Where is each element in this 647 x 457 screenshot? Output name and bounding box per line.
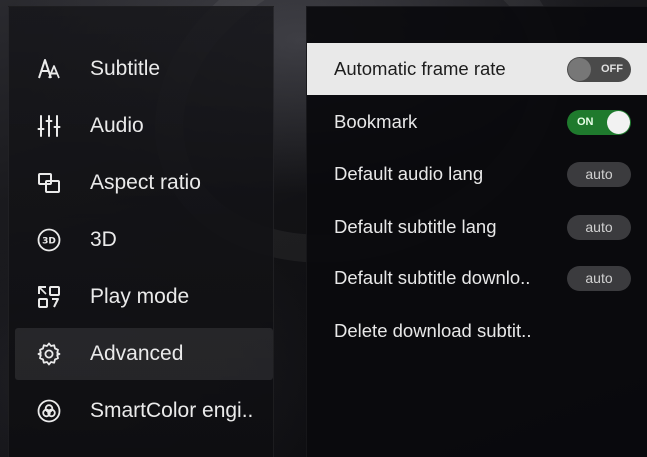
setting-default-subtitle-lang[interactable]: Default subtitle lang auto [307,201,647,253]
subtitle-lang-value[interactable]: auto [567,214,631,240]
menu-item-label: Advanced [90,342,184,365]
menu-item-subtitle[interactable]: Subtitle [15,43,273,95]
play-mode-icon [37,285,61,309]
setting-bookmark[interactable]: Bookmark ON [307,96,647,148]
menu-item-label: Audio [90,114,144,137]
font-size-icon [37,57,61,81]
menu-item-label: SmartColor engi.. [90,399,254,422]
setting-label: Default audio lang [334,163,484,184]
bookmark-toggle[interactable]: ON [567,109,631,135]
audio-lang-value[interactable]: auto [567,161,631,187]
setting-default-subtitle-download[interactable]: Default subtitle downlo.. auto [307,252,647,304]
menu-item-aspect-ratio[interactable]: Aspect ratio [15,157,273,209]
menu-item-audio[interactable]: Audio [15,100,273,152]
toggle-knob [607,110,630,134]
menu-item-play-mode[interactable]: Play mode [15,271,273,323]
setting-label: Default subtitle lang [334,216,497,237]
setting-label: Bookmark [334,111,418,132]
toggle-knob [568,57,591,81]
3d-icon: 3D [37,228,61,252]
equalizer-icon [37,114,61,138]
menu-item-smartcolor[interactable]: SmartColor engi.. [15,385,273,437]
setting-label: Delete download subtit.. [334,320,532,341]
gear-icon [37,342,61,366]
advanced-settings-panel: Automatic frame rate OFF Bookmark ON Def… [306,6,647,457]
player-settings-screen: Subtitle Audio Aspect ratio 3D 3D Play m… [0,0,647,457]
toggle-state: OFF [601,63,623,75]
setting-automatic-frame-rate[interactable]: Automatic frame rate OFF [307,43,647,95]
menu-item-label: Subtitle [90,57,161,80]
smartcolor-icon [37,399,61,423]
setting-label: Default subtitle downlo.. [334,267,531,288]
setting-default-audio-lang[interactable]: Default audio lang auto [307,148,647,200]
settings-category-menu: Subtitle Audio Aspect ratio 3D 3D Play m… [8,6,274,457]
aspect-ratio-icon [37,171,61,195]
menu-item-advanced[interactable]: Advanced [15,328,273,380]
setting-label: Automatic frame rate [334,58,506,79]
toggle-state: ON [577,116,594,128]
menu-item-3d[interactable]: 3D 3D [15,214,273,266]
menu-item-label: 3D [90,228,117,251]
menu-item-label: Play mode [90,285,190,308]
svg-text:3D: 3D [42,237,56,247]
menu-item-label: Aspect ratio [90,171,201,194]
subtitle-download-value[interactable]: auto [567,265,631,291]
setting-delete-download-subtitle[interactable]: Delete download subtit.. [307,305,647,357]
frame-rate-toggle[interactable]: OFF [567,56,631,82]
